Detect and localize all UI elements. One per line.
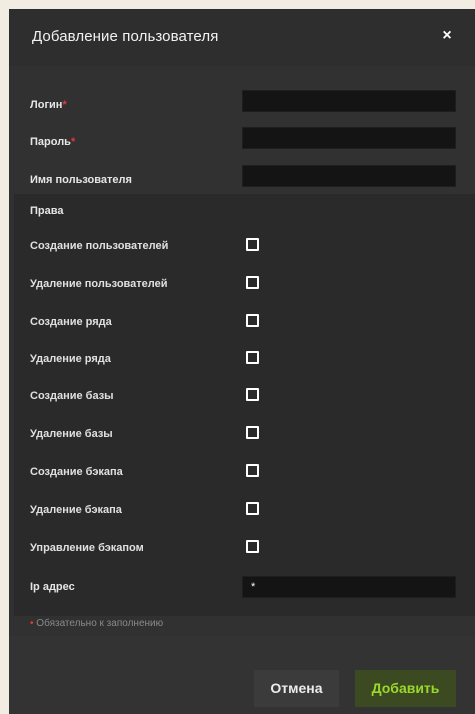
- permission-label: Создание ряда: [30, 316, 112, 328]
- close-icon[interactable]: ×: [439, 26, 455, 46]
- password-label: Пароль*: [30, 136, 76, 148]
- ip-row: Ip адрес: [14, 576, 475, 600]
- rights-panel: Права Создание пользователей Удаление по…: [14, 194, 475, 616]
- required-note: • Обязательно к заполнению: [30, 618, 163, 629]
- password-row: Пароль*: [9, 127, 475, 157]
- login-label: Логин*: [30, 99, 67, 111]
- ip-input[interactable]: [242, 576, 456, 598]
- create-backup-checkbox[interactable]: [246, 464, 259, 477]
- manage-backup-checkbox[interactable]: [246, 540, 259, 553]
- username-row: Имя пользователя: [9, 165, 475, 195]
- permission-label: Создание базы: [30, 390, 114, 402]
- add-button[interactable]: Добавить: [355, 670, 456, 707]
- permission-row: Создание базы: [14, 386, 475, 410]
- delete-database-checkbox[interactable]: [246, 426, 259, 439]
- permission-row: Создание ряда: [14, 312, 475, 336]
- dialog-body: Логин* Пароль* Имя пользователя Права Со…: [9, 66, 475, 636]
- login-row: Логин*: [9, 90, 475, 120]
- username-input[interactable]: [242, 165, 456, 187]
- dialog-footer: Отмена Добавить: [9, 636, 475, 714]
- required-note-text: Обязательно к заполнению: [36, 618, 164, 629]
- permission-row: Управление бэкапом: [14, 538, 475, 562]
- cancel-button[interactable]: Отмена: [254, 670, 339, 707]
- permission-label: Создание пользователей: [30, 240, 169, 252]
- permission-label: Удаление ряда: [30, 353, 111, 365]
- rights-title: Права: [30, 205, 64, 217]
- login-input[interactable]: [242, 90, 456, 112]
- permission-row: Удаление пользователей: [14, 274, 475, 298]
- create-users-checkbox[interactable]: [246, 238, 259, 251]
- permission-label: Управление бэкапом: [30, 542, 144, 554]
- permission-row: Удаление бэкапа: [14, 500, 475, 524]
- create-series-checkbox[interactable]: [246, 314, 259, 327]
- permission-label: Удаление пользователей: [30, 278, 168, 290]
- add-user-dialog: Добавление пользователя × Логин* Пароль*…: [9, 9, 475, 714]
- permission-row: Удаление ряда: [14, 349, 475, 373]
- dialog-header: Добавление пользователя ×: [9, 9, 475, 66]
- permission-row: Создание бэкапа: [14, 462, 475, 486]
- delete-users-checkbox[interactable]: [246, 276, 259, 289]
- permission-label: Удаление бэкапа: [30, 504, 122, 516]
- permission-row: Удаление базы: [14, 424, 475, 448]
- permission-label: Создание бэкапа: [30, 466, 123, 478]
- permission-label: Удаление базы: [30, 428, 113, 440]
- permission-row: Создание пользователей: [14, 236, 475, 260]
- required-dot: •: [30, 618, 34, 629]
- create-database-checkbox[interactable]: [246, 388, 259, 401]
- ip-label: Ip адрес: [30, 581, 75, 593]
- password-input[interactable]: [242, 127, 456, 149]
- delete-series-checkbox[interactable]: [246, 351, 259, 364]
- username-label: Имя пользователя: [30, 174, 132, 186]
- dialog-title: Добавление пользователя: [32, 28, 219, 45]
- delete-backup-checkbox[interactable]: [246, 502, 259, 515]
- required-mark: *: [70, 136, 76, 148]
- required-mark: *: [62, 99, 67, 111]
